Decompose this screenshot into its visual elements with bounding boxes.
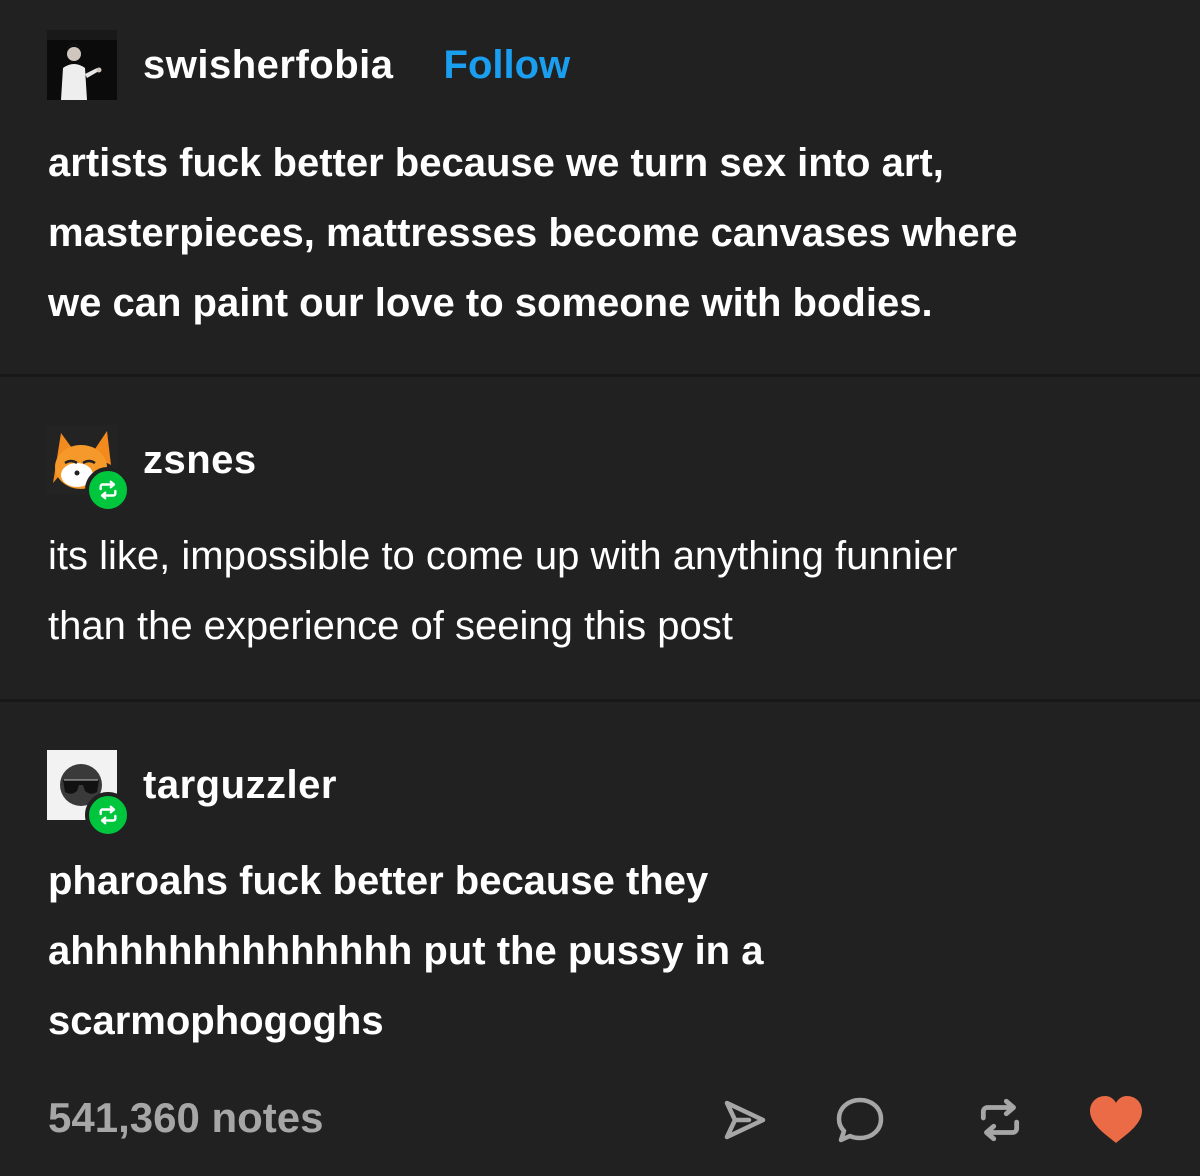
reblog-icon <box>980 1098 1020 1142</box>
reblog-button[interactable] <box>972 1092 1028 1148</box>
post-body: pharoahs fuck better because they ahhhhh… <box>48 846 1168 1056</box>
original-post: swisherfobia Follow artists fuck better … <box>0 0 1200 376</box>
post-text-line: ahhhhhhhhhhhhhh put the pussy in a <box>48 929 764 973</box>
post-text-line: artists fuck better because we turn sex … <box>48 141 944 185</box>
post-text-line: its like, impossible to come up with any… <box>48 534 958 578</box>
reblog-badge <box>85 792 131 838</box>
post-text-line: than the experience of seeing this post <box>48 604 733 648</box>
post-text-line: scarmophogoghs <box>48 999 384 1043</box>
username[interactable]: zsnes <box>143 438 257 483</box>
reblog-badge <box>85 467 131 513</box>
like-button[interactable] <box>1088 1092 1144 1148</box>
like-heart-icon <box>1090 1096 1142 1143</box>
reply-button[interactable] <box>832 1092 888 1148</box>
reblog-entry: targuzzler pharoahs fuck better because … <box>0 702 1200 1072</box>
follow-button[interactable]: Follow <box>444 43 571 88</box>
reblog-icon <box>99 480 117 500</box>
notes-count[interactable]: 541,360 notes <box>48 1094 324 1142</box>
post-body: artists fuck better because we turn sex … <box>48 128 1168 338</box>
share-icon <box>724 1100 766 1140</box>
avatar[interactable] <box>47 750 131 838</box>
avatar[interactable] <box>47 425 131 513</box>
post-text-line: masterpieces, mattresses become canvases… <box>48 211 1018 255</box>
post-header: zsnes <box>47 425 257 513</box>
reblog-icon <box>99 805 117 825</box>
post-body: its like, impossible to come up with any… <box>48 521 1168 661</box>
post-header: targuzzler <box>47 750 337 838</box>
username[interactable]: targuzzler <box>143 763 337 808</box>
username[interactable]: swisherfobia <box>143 43 394 88</box>
share-button[interactable] <box>716 1092 772 1148</box>
reply-icon <box>836 1097 884 1143</box>
post-text-line: we can paint our love to someone with bo… <box>48 281 933 325</box>
reblog-entry: zsnes its like, impossible to come up wi… <box>0 377 1200 701</box>
post-header: swisherfobia Follow <box>47 30 570 100</box>
post-footer: 541,360 notes <box>0 1080 1200 1160</box>
post-text-line: pharoahs fuck better because they <box>48 859 709 903</box>
person-photo-avatar-icon <box>47 30 117 100</box>
avatar[interactable] <box>47 30 117 100</box>
